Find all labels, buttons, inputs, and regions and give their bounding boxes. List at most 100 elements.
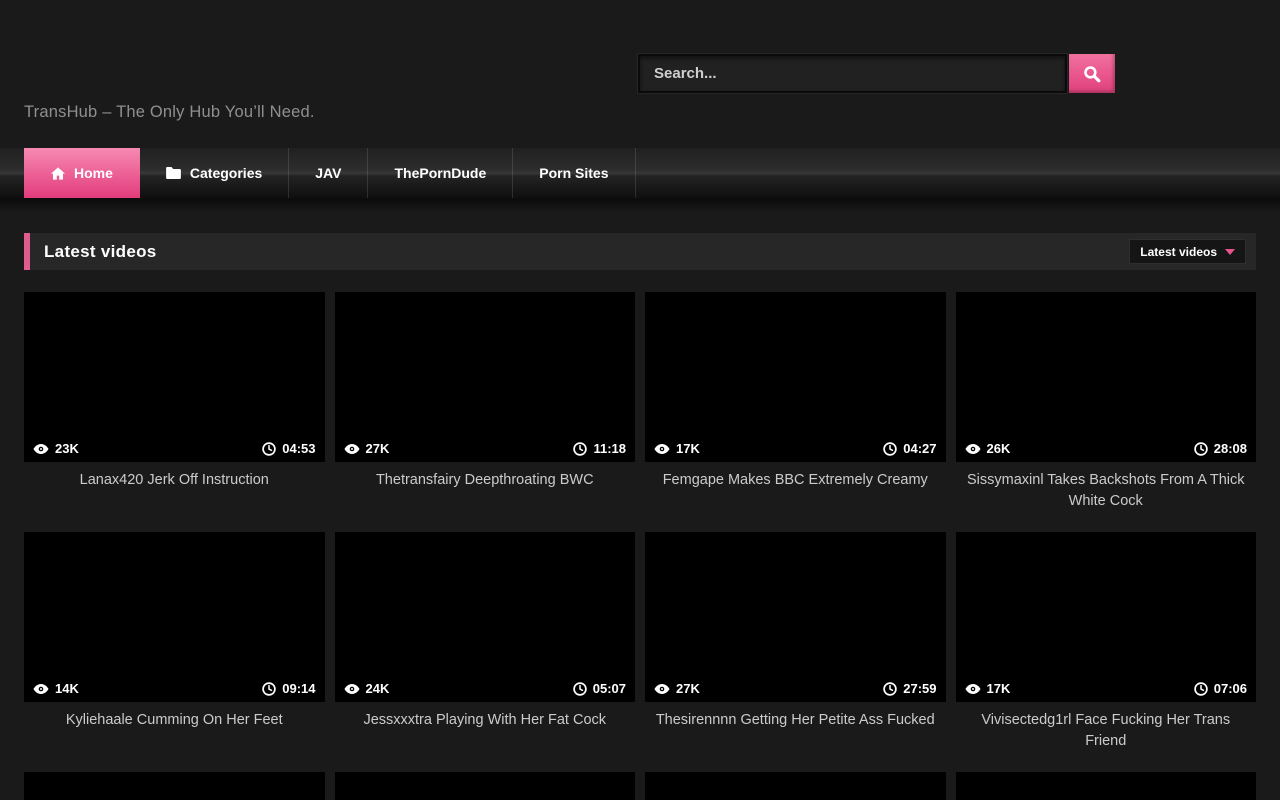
video-card[interactable]: 14K 09:14 Kyliehaale Cumming On Her Feet [24,532,325,772]
video-card[interactable] [335,772,636,800]
clock-icon [262,682,276,696]
nav-item-categories[interactable]: Categories [140,148,289,198]
home-icon [51,167,65,180]
video-card[interactable]: 27K 11:18 Thetransfairy Deepthroating BW… [335,292,636,532]
video-thumbnail [645,772,946,800]
video-stats: 17K 04:27 [645,435,946,462]
video-title[interactable]: Kyliehaale Cumming On Her Feet [24,702,325,731]
video-thumbnail: 17K 07:06 [956,532,1257,702]
video-views: 17K [654,441,700,456]
video-title[interactable]: Vivisectedg1rl Face Fucking Her Trans Fr… [956,702,1257,752]
video-card[interactable]: 26K 28:08 Sissymaxinl Takes Backshots Fr… [956,292,1257,532]
search-button[interactable] [1069,54,1115,93]
clock-icon [262,442,276,456]
video-title[interactable]: Femgape Makes BBC Extremely Creamy [645,462,946,491]
duration-text: 07:06 [1214,681,1247,696]
video-duration: 11:18 [573,441,626,456]
clock-icon [573,442,587,456]
duration-text: 09:14 [282,681,315,696]
views-count: 23K [55,441,79,456]
eye-icon [344,443,360,455]
video-title[interactable]: Sissymaxinl Takes Backshots From A Thick… [956,462,1257,512]
video-grid-partial-row [24,772,1256,800]
video-stats: 27K 27:59 [645,675,946,702]
video-thumbnail [335,772,636,800]
nav-item-label: ThePornDude [394,165,486,181]
video-card[interactable]: 17K 07:06 Vivisectedg1rl Face Fucking He… [956,532,1257,772]
duration-text: 27:59 [903,681,936,696]
views-count: 27K [366,441,390,456]
views-count: 17K [987,681,1011,696]
nav-item-home[interactable]: Home [24,148,140,198]
video-card[interactable] [956,772,1257,800]
video-duration: 27:59 [883,681,936,696]
video-duration: 09:14 [262,681,315,696]
video-duration: 04:27 [883,441,936,456]
duration-text: 28:08 [1214,441,1247,456]
video-card[interactable] [24,772,325,800]
main-navigation: Home Categories JAV ThePornDude Porn Sit… [0,148,1280,198]
eye-icon [654,683,670,695]
nav-item-label: JAV [315,165,341,181]
clock-icon [1194,442,1208,456]
nav-item-label: Porn Sites [539,165,608,181]
video-card[interactable] [645,772,946,800]
clock-icon [1194,682,1208,696]
views-count: 24K [366,681,390,696]
search-icon [1083,65,1101,83]
clock-icon [883,442,897,456]
video-stats: 17K 07:06 [956,675,1257,702]
video-thumbnail: 27K 11:18 [335,292,636,462]
duration-text: 11:18 [593,441,626,456]
duration-text: 04:53 [282,441,315,456]
nav-item-label: Categories [190,165,262,181]
views-count: 26K [987,441,1011,456]
page: TransHub – The Only Hub You’ll Need. Hom… [0,0,1280,800]
video-card[interactable]: 24K 05:07 Jessxxxtra Playing With Her Fa… [335,532,636,772]
search-bar [638,54,1115,93]
caret-down-icon [1225,249,1235,255]
video-stats: 14K 09:14 [24,675,325,702]
video-views: 14K [33,681,79,696]
video-grid: 23K 04:53 Lanax420 Jerk Off Instruction [24,292,1256,772]
video-thumbnail: 14K 09:14 [24,532,325,702]
search-input[interactable] [638,54,1067,93]
video-card[interactable]: 23K 04:53 Lanax420 Jerk Off Instruction [24,292,325,532]
eye-icon [33,683,49,695]
eye-icon [654,443,670,455]
eye-icon [33,443,49,455]
video-title[interactable]: Jessxxxtra Playing With Her Fat Cock [335,702,636,731]
video-duration: 28:08 [1194,441,1247,456]
navbar-shadow [0,198,1280,212]
views-count: 27K [676,681,700,696]
video-card[interactable]: 27K 27:59 Thesirennnn Getting Her Petite… [645,532,946,772]
video-card[interactable]: 17K 04:27 Femgape Makes BBC Extremely Cr… [645,292,946,532]
section-accent-bar [24,233,30,270]
video-title[interactable]: Thetransfairy Deepthroating BWC [335,462,636,491]
sort-dropdown-label: Latest videos [1140,245,1217,259]
video-title[interactable]: Lanax420 Jerk Off Instruction [24,462,325,491]
video-thumbnail: 26K 28:08 [956,292,1257,462]
video-stats: 24K 05:07 [335,675,636,702]
section-header: Latest videos Latest videos [24,233,1256,270]
views-count: 14K [55,681,79,696]
sort-dropdown[interactable]: Latest videos [1129,239,1246,264]
video-views: 23K [33,441,79,456]
nav-item-label: Home [74,165,113,181]
eye-icon [344,683,360,695]
video-duration: 04:53 [262,441,315,456]
video-stats: 26K 28:08 [956,435,1257,462]
section-title: Latest videos [44,242,157,262]
video-title[interactable]: Thesirennnn Getting Her Petite Ass Fucke… [645,702,946,731]
video-thumbnail [956,772,1257,800]
video-thumbnail: 24K 05:07 [335,532,636,702]
video-views: 26K [965,441,1011,456]
nav-item-jav[interactable]: JAV [289,148,368,198]
clock-icon [573,682,587,696]
video-views: 27K [654,681,700,696]
video-views: 24K [344,681,390,696]
nav-item-porn-sites[interactable]: Porn Sites [513,148,635,198]
video-views: 17K [965,681,1011,696]
eye-icon [965,683,981,695]
nav-item-theporndude[interactable]: ThePornDude [368,148,513,198]
